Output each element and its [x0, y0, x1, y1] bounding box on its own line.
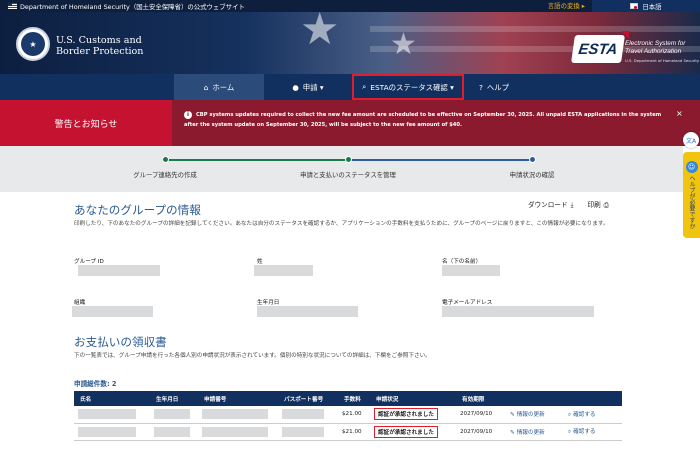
esta-department-text: U.S. Department of Homeland Security	[625, 58, 700, 63]
status-badge: 認証が承認されました	[374, 408, 438, 421]
applications-table: 氏名 生年月日 申請番号 パスポート番号 手数料 申請状況 有効期限 $21.0…	[74, 391, 622, 441]
site-header: ★ ★ ★ U.S. Customs and Border Protection…	[0, 12, 700, 74]
flag-star-decoration: ★	[300, 12, 340, 55]
group-info-title: あなたのグループの情報	[74, 203, 201, 217]
column-header: 有効期限	[456, 391, 506, 406]
nav-help[interactable]: ? ヘルプ	[464, 74, 524, 100]
step-label: グループ連絡先の作成	[133, 171, 197, 179]
step-dot	[529, 156, 536, 163]
passport-redacted	[282, 426, 324, 437]
close-icon[interactable]: ×	[676, 109, 683, 118]
dob-label: 生年月日	[257, 300, 280, 306]
pencil-icon: ✎	[510, 412, 515, 419]
expiry-cell: 2027/09/10	[456, 423, 506, 441]
question-circle-icon: ?	[478, 82, 483, 92]
surname-label: 姓	[257, 259, 263, 265]
column-header: 氏名	[74, 391, 150, 406]
table-row: $21.00 認証が承認されました 2027/09/10 ✎ 情報の更新 ⌕ 確認す…	[74, 406, 622, 424]
download-icon: ⤓	[570, 201, 574, 209]
search-icon: ⌕	[568, 411, 572, 418]
alert-message-box: i CBP systems updates required to collect…	[172, 100, 700, 146]
organization-label: 組織	[74, 300, 86, 306]
column-header	[506, 391, 564, 406]
page: Department of Homeland Security（国土安全保障省）…	[0, 0, 700, 454]
flag-star-decoration: ★	[390, 27, 417, 62]
alert-message: CBP systems updates required to collect …	[184, 112, 662, 128]
column-header: 申請番号	[198, 391, 278, 406]
main-navigation: ⌂ ホーム ● 申請 ▾ ⌕ ESTAのステータス確認 ▾ ? ヘルプ	[0, 74, 700, 100]
nav-apply[interactable]: ● 申請 ▾	[264, 74, 352, 100]
column-header: 申請状況	[370, 391, 456, 406]
top-bar: Department of Homeland Security（国土安全保障省）…	[0, 0, 700, 12]
step-dot	[162, 156, 169, 163]
dob-redacted	[154, 426, 190, 437]
download-link[interactable]: ダウンロード ⤓	[528, 199, 573, 210]
language-change-link[interactable]: 言語の変換 ▸	[548, 1, 585, 10]
japan-flag-icon	[630, 3, 639, 9]
column-header	[564, 391, 622, 406]
fee-cell: $21.00	[338, 423, 370, 441]
pencil-icon: ✎	[510, 429, 515, 436]
application-number-redacted	[202, 426, 268, 437]
dhs-seal-logo[interactable]: ★	[16, 27, 50, 61]
step-label: 申請と支払いのステータスを管理	[300, 171, 396, 179]
name-redacted	[78, 409, 136, 420]
download-print-actions: ダウンロード ⤓ 印刷 ⎙	[528, 199, 609, 210]
dob-value-redacted	[257, 306, 358, 317]
progress-line-remaining	[348, 159, 533, 161]
step-label: 申請状況の確認	[509, 171, 555, 179]
us-flag-icon	[8, 3, 17, 9]
agency-name[interactable]: U.S. Customs and Border Protection	[56, 35, 143, 57]
given-name-label: 名（下の名前）	[442, 259, 482, 265]
table-header-row: 氏名 生年月日 申請番号 パスポート番号 手数料 申請状況 有効期限	[74, 391, 622, 406]
user-icon: ●	[292, 82, 299, 92]
help-needed-tab[interactable]: ☺ ヘルプが必要ですか	[683, 152, 700, 238]
current-language: 日本語	[642, 2, 662, 11]
info-icon: i	[184, 110, 192, 119]
esta-logo[interactable]: ESTA	[571, 31, 630, 63]
update-info-link[interactable]: ✎ 情報の更新	[506, 406, 564, 424]
translate-icon[interactable]: 文A	[683, 132, 699, 148]
update-info-link[interactable]: ✎ 情報の更新	[506, 423, 564, 441]
passport-redacted	[282, 409, 324, 420]
email-value-redacted	[442, 306, 594, 317]
dob-redacted	[154, 409, 190, 420]
nav-home[interactable]: ⌂ ホーム	[174, 74, 264, 100]
step-dot	[345, 156, 352, 163]
receipt-description: 下の一覧表では、グループ申請を行った各個人別の申請状況が表示されています。個別の…	[74, 353, 431, 359]
organization-value-redacted	[72, 306, 153, 317]
expiry-cell: 2027/09/10	[456, 406, 506, 424]
column-header: 手数料	[338, 391, 370, 406]
group-id-value-redacted	[78, 265, 160, 276]
table-row: $21.00 認証が承認されました 2027/09/10 ✎ 情報の更新 ⌕ 確認す…	[74, 423, 622, 441]
application-count: 申請総件数: 2	[74, 380, 117, 388]
application-number-redacted	[202, 409, 268, 420]
surname-value-redacted	[254, 265, 313, 276]
check-link[interactable]: ⌕ 確認する	[564, 406, 622, 424]
official-site-text: Department of Homeland Security（国土安全保障省）…	[20, 2, 245, 11]
name-redacted	[78, 426, 136, 437]
esta-full-name: Electronic System for Travel Authorizati…	[625, 40, 686, 55]
group-info-description: 印刷したり、下のあなたのグループの詳細を記録してください。あなたは自分のステータ…	[74, 221, 609, 227]
printer-icon: ⎙	[603, 201, 609, 209]
column-header: 生年月日	[150, 391, 198, 406]
progress-steps: グループ連絡先の作成 申請と支払いのステータスを管理 申請状況の確認	[0, 146, 683, 192]
search-icon: ⌕	[568, 429, 572, 435]
given-name-value-redacted	[442, 265, 500, 276]
flag-stripe-decoration	[370, 26, 700, 32]
email-label: 電子メールアドレス	[442, 300, 493, 306]
alert-title: 警告とお知らせ	[0, 100, 172, 146]
home-icon: ⌂	[203, 82, 209, 92]
group-id-label: グループ ID	[74, 259, 104, 265]
nav-check-status[interactable]: ⌕ ESTAのステータス確認 ▾	[352, 74, 464, 100]
receipt-title: お支払いの領収書	[74, 335, 167, 349]
status-badge: 認証が承認されました	[374, 425, 438, 438]
help-person-icon: ☺	[685, 161, 698, 173]
language-selector[interactable]: 日本語	[592, 0, 700, 12]
check-link[interactable]: ⌕ 確認する	[564, 423, 622, 441]
column-header: パスポート番号	[278, 391, 338, 406]
print-link[interactable]: 印刷 ⎙	[587, 199, 608, 210]
search-icon: ⌕	[362, 82, 367, 91]
fee-cell: $21.00	[338, 406, 370, 424]
